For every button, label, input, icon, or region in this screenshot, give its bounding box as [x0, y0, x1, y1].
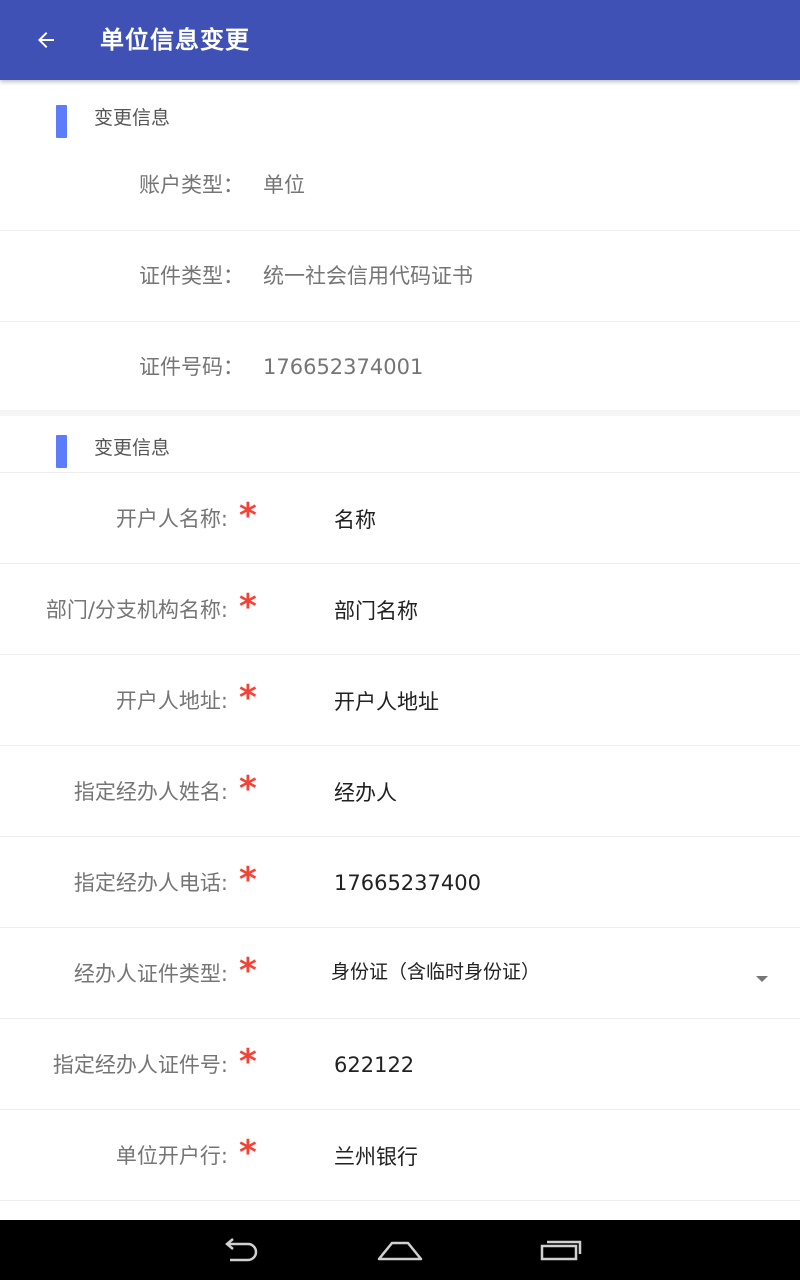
triangle-down-icon[interactable]	[756, 976, 768, 982]
field-label: 指定经办人证件号:	[52, 1053, 228, 1077]
required-asterisk: *	[239, 678, 257, 718]
section-header-info: 变更信息	[0, 86, 800, 146]
required-asterisk: *	[239, 496, 257, 536]
info-row-account-type: 账户类型： 单位	[0, 140, 800, 231]
required-asterisk: *	[239, 587, 257, 627]
required-asterisk: *	[239, 951, 257, 991]
required-asterisk: *	[239, 1042, 257, 1082]
page-title: 单位信息变更	[100, 26, 250, 54]
nav-home-button[interactable]	[370, 1230, 430, 1270]
agent-name-input[interactable]	[322, 766, 786, 818]
field-label: 指定经办人电话:	[73, 871, 228, 895]
info-label: 证件类型：	[139, 264, 244, 288]
system-nav-bar	[0, 1220, 800, 1280]
field-label: 经办人证件类型:	[73, 962, 228, 986]
section-accent-bar	[56, 435, 67, 468]
agent-id-number-input[interactable]	[322, 1039, 786, 1091]
app-bar: 单位信息变更	[0, 0, 800, 80]
form-row-agent-name: 指定经办人姓名: *	[0, 745, 800, 836]
department-name-input[interactable]	[322, 584, 786, 636]
form-row-account-holder-name: 开户人名称: *	[0, 472, 800, 563]
form-row-agent-id-number: 指定经办人证件号: *	[0, 1018, 800, 1109]
required-asterisk: *	[239, 1133, 257, 1173]
info-row-certificate-type: 证件类型： 统一社会信用代码证书	[0, 231, 800, 322]
nav-back-button[interactable]	[210, 1230, 270, 1270]
section-header-form: 变更信息	[0, 416, 800, 476]
info-label: 账户类型：	[139, 173, 244, 197]
form-row-opening-bank: 单位开户行: *	[0, 1109, 800, 1201]
info-value: 176652374001	[263, 355, 424, 379]
back-button[interactable]	[28, 22, 64, 58]
nav-back-icon	[225, 1238, 258, 1262]
required-asterisk: *	[239, 860, 257, 900]
field-label: 开户人地址:	[115, 689, 228, 713]
field-label: 开户人名称:	[115, 507, 228, 531]
form-row-department-name: 部门/分支机构名称: *	[0, 563, 800, 654]
required-asterisk: *	[239, 769, 257, 809]
nav-home-icon	[377, 1241, 423, 1261]
field-label: 部门/分支机构名称:	[45, 598, 228, 622]
section-title: 变更信息	[94, 437, 171, 459]
agent-phone-input[interactable]	[322, 857, 786, 909]
info-label: 证件号码：	[139, 355, 244, 379]
section-title: 变更信息	[94, 107, 171, 129]
section-accent-bar	[56, 105, 67, 138]
account-holder-address-input[interactable]	[322, 675, 786, 727]
arrow-left-icon	[38, 32, 54, 48]
info-value: 统一社会信用代码证书	[263, 264, 473, 288]
opening-bank-input[interactable]	[322, 1130, 786, 1182]
nav-recents-button[interactable]	[530, 1230, 590, 1270]
form-row-account-holder-address: 开户人地址: *	[0, 654, 800, 745]
form-row-agent-phone: 指定经办人电话: *	[0, 836, 800, 927]
field-label: 指定经办人姓名:	[73, 780, 228, 804]
info-row-certificate-number: 证件号码： 176652374001	[0, 322, 800, 412]
form-row-agent-id-type: 经办人证件类型: * 身份证（含临时身份证）	[0, 927, 800, 1018]
account-holder-name-input[interactable]	[322, 493, 786, 545]
info-value: 单位	[263, 173, 305, 197]
field-label: 单位开户行:	[115, 1144, 228, 1168]
agent-id-type-select[interactable]: 身份证（含临时身份证）	[331, 928, 540, 1018]
nav-recents-icon	[540, 1240, 582, 1261]
